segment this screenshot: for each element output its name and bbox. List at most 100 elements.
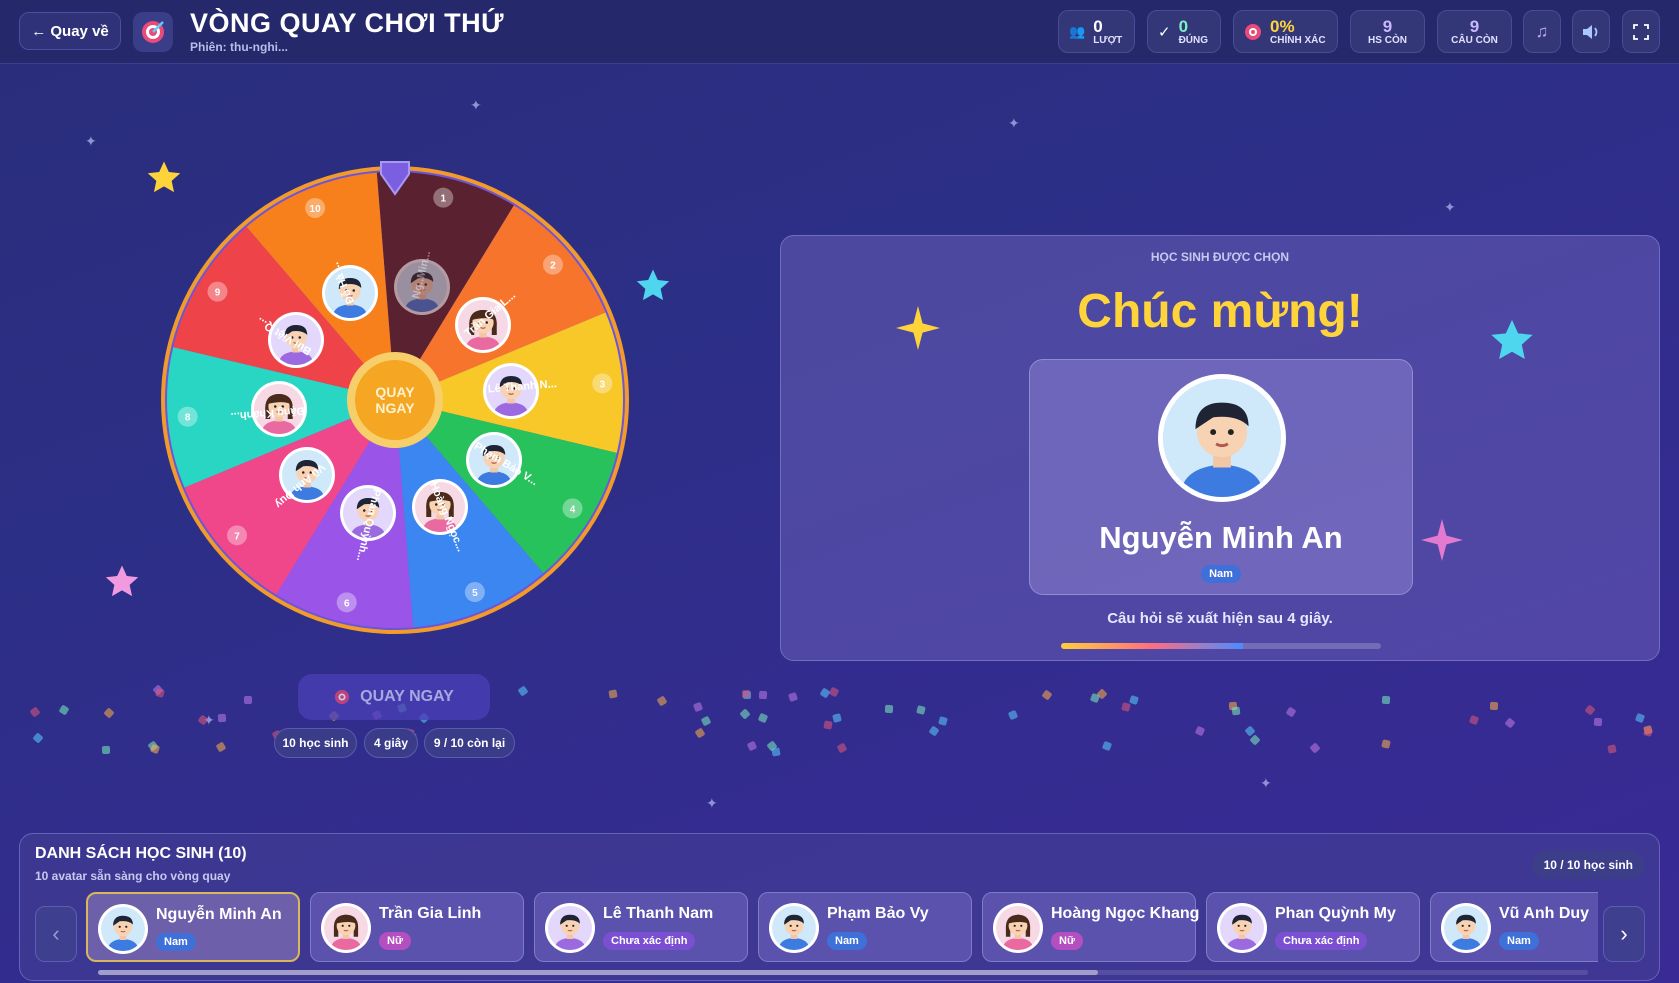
confetti-piece (1607, 744, 1617, 755)
student-card[interactable]: Trần Gia Linh Nữ (310, 892, 524, 962)
confetti-piece (215, 741, 227, 753)
spin-button[interactable]: QUAY NGAY (298, 674, 490, 720)
scroll-right-button[interactable]: › (1603, 906, 1645, 962)
spin-wheel[interactable]: 1 Ng..Min... 2 Trần Gia L... 3 Lê Thanh N... 4… (150, 155, 640, 645)
student-card[interactable]: Vũ Anh Duy Nam (1430, 892, 1598, 962)
stat-label: ĐÚNG (1178, 34, 1209, 46)
countdown-progress (1061, 643, 1381, 649)
confetti-piece (1129, 694, 1140, 705)
student-name: Trần Gia Linh (379, 905, 482, 922)
roster-subtitle: 10 avatar sẵn sàng cho vòng quay (35, 869, 231, 883)
confetti-piece (1120, 702, 1131, 713)
segment-number-text: 8 (185, 413, 191, 424)
back-button[interactable]: ← Quay về (19, 12, 121, 50)
segment-number-text: 1 (440, 194, 446, 205)
wheel-svg[interactable]: 1Ng..Min... 2Trần Gia L...3Lê Thanh N...4… (150, 155, 640, 645)
stat-value: 9 (1469, 16, 1480, 36)
stat-accuracy: 0% CHÍNH XÁC (1233, 10, 1338, 53)
student-badge: Chưa xác định (603, 932, 696, 950)
student-card[interactable]: Phạm Bảo Vy Nam (758, 892, 972, 962)
avatar (769, 903, 819, 953)
back-label: ← Quay về (31, 22, 109, 40)
confetti-piece (1041, 689, 1053, 701)
segment-number-text: 7 (234, 531, 240, 542)
confetti-piece (757, 712, 769, 723)
confetti-piece (1285, 706, 1297, 718)
confetti-piece (1643, 726, 1654, 737)
roster-title: DANH SÁCH HỌC SINH (10) (35, 845, 247, 862)
sound-button[interactable] (1572, 10, 1610, 53)
avatar (98, 904, 148, 954)
confetti-piece (700, 715, 712, 727)
segment-number-text: 4 (570, 504, 576, 515)
sparkle-star-icon (1421, 519, 1463, 561)
star-icon (105, 565, 139, 597)
scroll-left-button[interactable]: ‹ (35, 906, 77, 962)
stat-turns: 👥 0 LƯỢT (1058, 10, 1135, 53)
student-badge: Nam (1499, 932, 1539, 950)
hub-label: QUAY (375, 384, 415, 400)
selected-student-card: Nguyễn Minh An Nam (1029, 359, 1413, 595)
student-card[interactable]: Hoàng Ngọc Khang Nữ (982, 892, 1199, 962)
segment-number: 9 (207, 281, 228, 302)
confetti-piece (1489, 702, 1498, 711)
fullscreen-button[interactable] (1622, 10, 1660, 53)
target-icon (335, 689, 350, 705)
segment-number-text: 5 (472, 588, 478, 599)
stat-value: 9 (1382, 16, 1393, 36)
student-name: Vũ Anh Duy (1499, 905, 1590, 922)
confetti-piece (1101, 740, 1113, 751)
student-card[interactable]: Lê Thanh Nam Chưa xác định (534, 892, 748, 962)
stat-label: HS CÒN (1368, 34, 1407, 46)
student-card[interactable]: Nguyễn Minh An Nam (86, 892, 300, 962)
selected-student-name: Nguyễn Minh An (1099, 520, 1343, 555)
confetti-piece (656, 695, 668, 707)
segment-number-text: 2 (550, 261, 556, 272)
confetti-piece (788, 692, 799, 703)
confetti-piece (1584, 704, 1597, 716)
users-icon: 👥 (1069, 23, 1086, 39)
roster-scrollbar[interactable] (98, 970, 1588, 975)
stat-value: 0 (1093, 16, 1103, 36)
avatar (321, 903, 371, 953)
fullscreen-icon (1633, 23, 1649, 40)
stat-label: CÂU CÒN (1451, 34, 1498, 46)
confetti-piece (244, 695, 253, 704)
student-card[interactable]: Phan Quỳnh My Chưa xác định (1206, 892, 1420, 962)
countdown-text: Câu hỏi sẽ xuất hiện sau 4 giây. (1107, 610, 1333, 627)
sparkle-icon: ✦ (470, 97, 482, 113)
sparkle-icon: ✦ (1444, 199, 1456, 215)
confetti-piece (928, 725, 940, 737)
confetti-piece (217, 713, 227, 723)
student-badge: Chưa xác định (1275, 932, 1368, 950)
segment-number-text: 6 (344, 598, 350, 609)
confetti-piece (1635, 712, 1646, 724)
confetti-piece (1194, 725, 1206, 736)
segment-number: 8 (177, 406, 198, 427)
student-name: Lê Thanh Nam (603, 905, 714, 922)
music-button[interactable]: ♫ (1523, 10, 1561, 53)
stat-label: CHÍNH XÁC (1270, 34, 1326, 46)
avatar (993, 903, 1043, 953)
stat-value: 0% (1270, 16, 1295, 36)
stat-label: LƯỢT (1093, 34, 1123, 46)
top-bar: ← Quay về VÒNG QUAY CHƠI THỨ Phiên: thu-… (0, 0, 1679, 64)
avatar (1217, 903, 1267, 953)
confetti-piece (1089, 692, 1100, 703)
segment-number-text: 3 (600, 379, 606, 390)
confetti-piece (741, 689, 751, 699)
confetti-piece (746, 741, 758, 752)
target-logo-icon (133, 12, 173, 52)
avatar (1158, 374, 1286, 502)
gender-badge: Nam (1201, 565, 1241, 583)
student-badge: Nữ (1051, 932, 1083, 950)
student-list: Nguyễn Minh An Nam Trần Gia Linh Nữ Lê Thanh… (86, 892, 1598, 964)
stat-students-left: 9 HS CÒN (1350, 10, 1425, 53)
confetti-piece (938, 715, 948, 726)
speaker-icon (1583, 24, 1598, 39)
stat-questions-left: 9 CÂU CÒN (1437, 10, 1512, 53)
confetti-piece (739, 707, 751, 720)
confetti-piece (1468, 714, 1480, 725)
confetti-piece (819, 687, 831, 699)
chip-duration: 4 giây (364, 728, 418, 758)
